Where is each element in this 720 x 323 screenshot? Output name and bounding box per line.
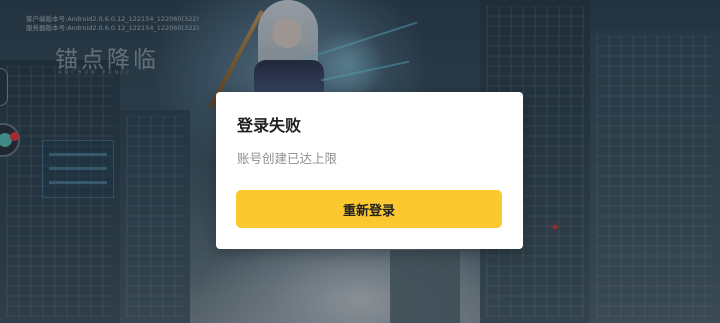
- relogin-button[interactable]: 重新登录: [236, 190, 502, 228]
- login-failed-dialog: 登录失败 账号创建已达上限 重新登录: [216, 92, 523, 249]
- dialog-message: 账号创建已达上限: [237, 151, 338, 166]
- dialog-title: 登录失败: [237, 116, 302, 135]
- game-login-screen: 客户端版本号:Android2.0.6.0.12_122154_122060(3…: [0, 0, 720, 323]
